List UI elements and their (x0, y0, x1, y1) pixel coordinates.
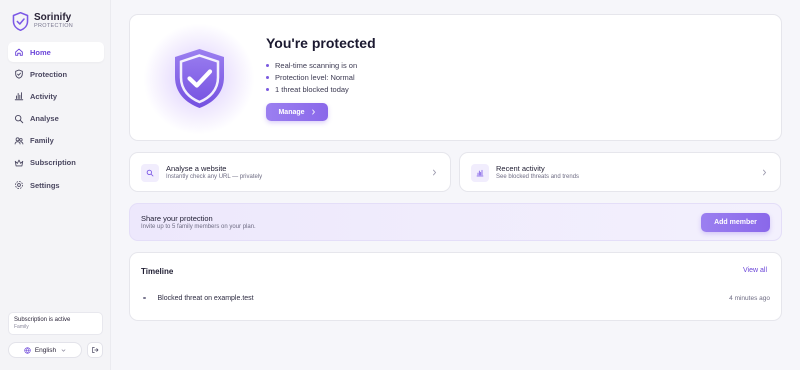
bullet-dot (143, 296, 146, 300)
sidebar: Sorinify PROTECTION Home Protection Acti… (0, 0, 111, 370)
search-icon (141, 164, 159, 182)
protection-status-card: You're protected Real-time scanning is o… (129, 14, 782, 141)
share-title: Share your protection (141, 214, 213, 223)
brand[interactable]: Sorinify PROTECTION (12, 12, 73, 31)
sidebar-item-subscription[interactable]: Subscription (8, 153, 104, 173)
sidebar-item-home[interactable]: Home (8, 42, 104, 62)
sidebar-item-protection[interactable]: Protection (8, 64, 104, 84)
brand-name: Sorinify (34, 12, 72, 24)
timeline-title: Timeline (141, 267, 174, 276)
sidebar-item-label: Home (30, 47, 51, 57)
shield-check-icon (175, 49, 224, 108)
timeline-card: Timeline View all Blocked threat on exam… (129, 252, 782, 321)
share-subtitle: Invite up to 5 family members on your pl… (141, 224, 256, 230)
users-icon (14, 136, 24, 146)
subscription-plan: Family (14, 324, 29, 330)
recent-activity-card[interactable]: Recent activity See blocked threats and … (459, 152, 781, 192)
bar-chart-icon (471, 164, 489, 182)
sidebar-item-label: Activity (30, 91, 58, 101)
sidebar-item-label: Protection (30, 69, 68, 79)
chevron-right-icon (763, 169, 767, 176)
share-protection-banner: Share your protection Invite up to 5 fam… (129, 203, 782, 241)
sidebar-item-label: Subscription (30, 158, 76, 168)
analyse-website-card[interactable]: Analyse a website Instantly check any UR… (129, 152, 451, 192)
home-icon (14, 47, 24, 57)
action-title: Analyse a website (166, 164, 227, 173)
subscription-status: Subscription is active (14, 317, 71, 323)
chevron-down-icon (61, 348, 66, 352)
bar-chart-icon (14, 91, 24, 101)
action-title: Recent activity (496, 164, 545, 173)
timeline-item-text: Blocked threat on example.test (157, 294, 254, 302)
sidebar-item-label: Analyse (30, 114, 59, 124)
list-item: 1 threat blocked today (266, 84, 357, 96)
language-label: English (34, 346, 57, 354)
manage-button[interactable]: Manage (266, 103, 328, 121)
gear-icon (14, 180, 24, 190)
page-title: You're protected (266, 35, 376, 51)
sidebar-item-label: Settings (30, 180, 60, 190)
logout-icon (92, 346, 99, 354)
view-all-link[interactable]: View all (743, 267, 767, 274)
timeline-item-time: 4 minutes ago (729, 294, 770, 302)
crown-icon (14, 158, 24, 168)
sidebar-nav: Home Protection Activity Analyse Family (8, 42, 104, 197)
sidebar-item-analyse[interactable]: Analyse (8, 109, 104, 129)
list-item: Protection level: Normal (266, 71, 357, 83)
action-subtitle: See blocked threats and trends (496, 174, 580, 180)
search-icon (14, 114, 24, 124)
sidebar-item-activity[interactable]: Activity (8, 86, 104, 106)
globe-icon (24, 346, 31, 354)
add-member-button[interactable]: Add member (701, 213, 770, 232)
timeline-item[interactable]: Blocked threat on example.test 4 minutes… (143, 293, 770, 303)
chevron-right-icon (433, 169, 437, 176)
protection-details: Real-time scanning is on Protection leve… (266, 59, 357, 96)
manage-button-label: Manage (278, 108, 305, 116)
language-selector[interactable]: English (8, 342, 82, 358)
list-item: Real-time scanning is on (266, 59, 357, 71)
brand-subtitle: PROTECTION (34, 23, 74, 30)
sidebar-item-family[interactable]: Family (8, 131, 104, 151)
shield-logo-icon (12, 12, 29, 31)
subscription-status-card[interactable]: Subscription is active Family (8, 312, 103, 335)
sidebar-item-label: Family (30, 136, 54, 146)
action-subtitle: Instantly check any URL — privately (166, 174, 263, 180)
shield-icon (14, 69, 24, 79)
logout-button[interactable] (87, 342, 103, 358)
chevron-right-icon (311, 109, 315, 115)
sidebar-item-settings[interactable]: Settings (8, 175, 104, 195)
